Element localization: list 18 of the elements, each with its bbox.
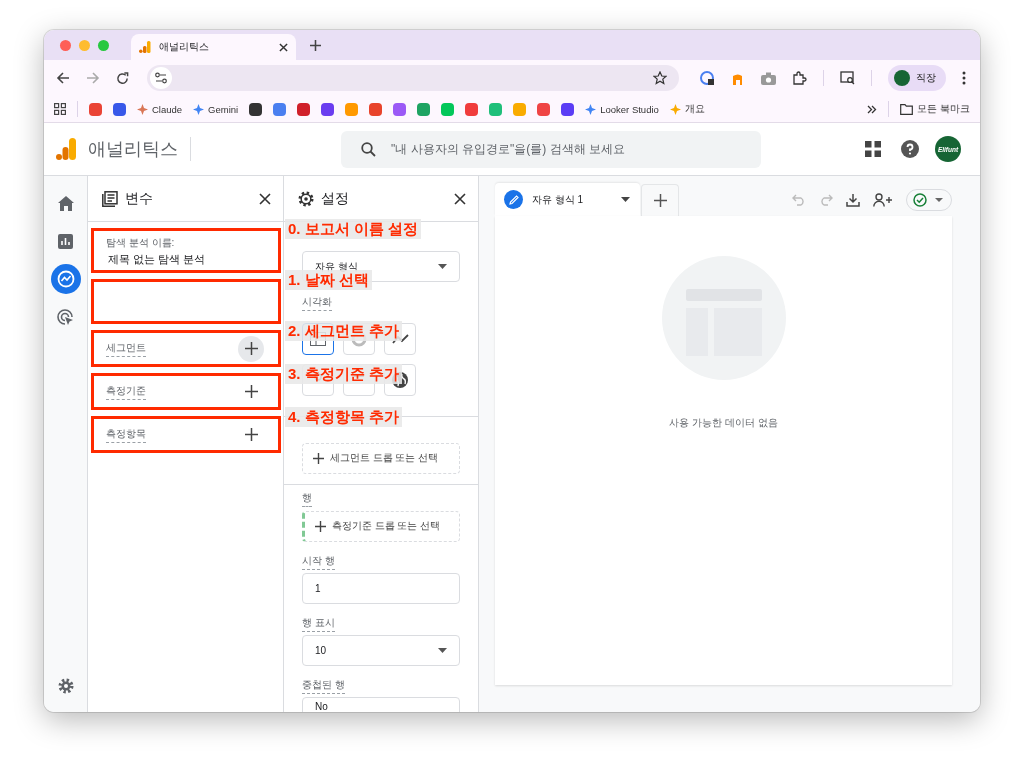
- annotation-tooltip: 3. 측정기준 추가: [285, 364, 402, 384]
- annotation-tooltip: 4. 측정항목 추가: [285, 407, 402, 427]
- annotation-tooltip: 2. 세그먼트 추가: [285, 321, 402, 341]
- section-label: 측정기준: [106, 383, 146, 400]
- annotation-tooltip: 1. 날짜 선택: [285, 270, 372, 290]
- empty-state-message: 사용 가능한 데이터 없음: [669, 416, 778, 430]
- section-label: 시각화: [302, 295, 332, 311]
- field-label: 탐색 분석 이름:: [106, 235, 175, 250]
- panel-title: 변수: [125, 189, 153, 208]
- field-label: 행 표시: [302, 616, 335, 632]
- section-label: 측정항목: [106, 426, 146, 443]
- section-label: 세그먼트: [106, 340, 146, 357]
- app-title: 애널리틱스: [88, 138, 178, 161]
- section-label: 행: [302, 491, 312, 507]
- annotation-tooltip: 0. 보고서 이름 설정: [285, 219, 421, 239]
- panel-title: 설정: [321, 189, 349, 208]
- field-label: 시작 행: [302, 554, 335, 570]
- field-label: 중첩된 행: [302, 678, 345, 694]
